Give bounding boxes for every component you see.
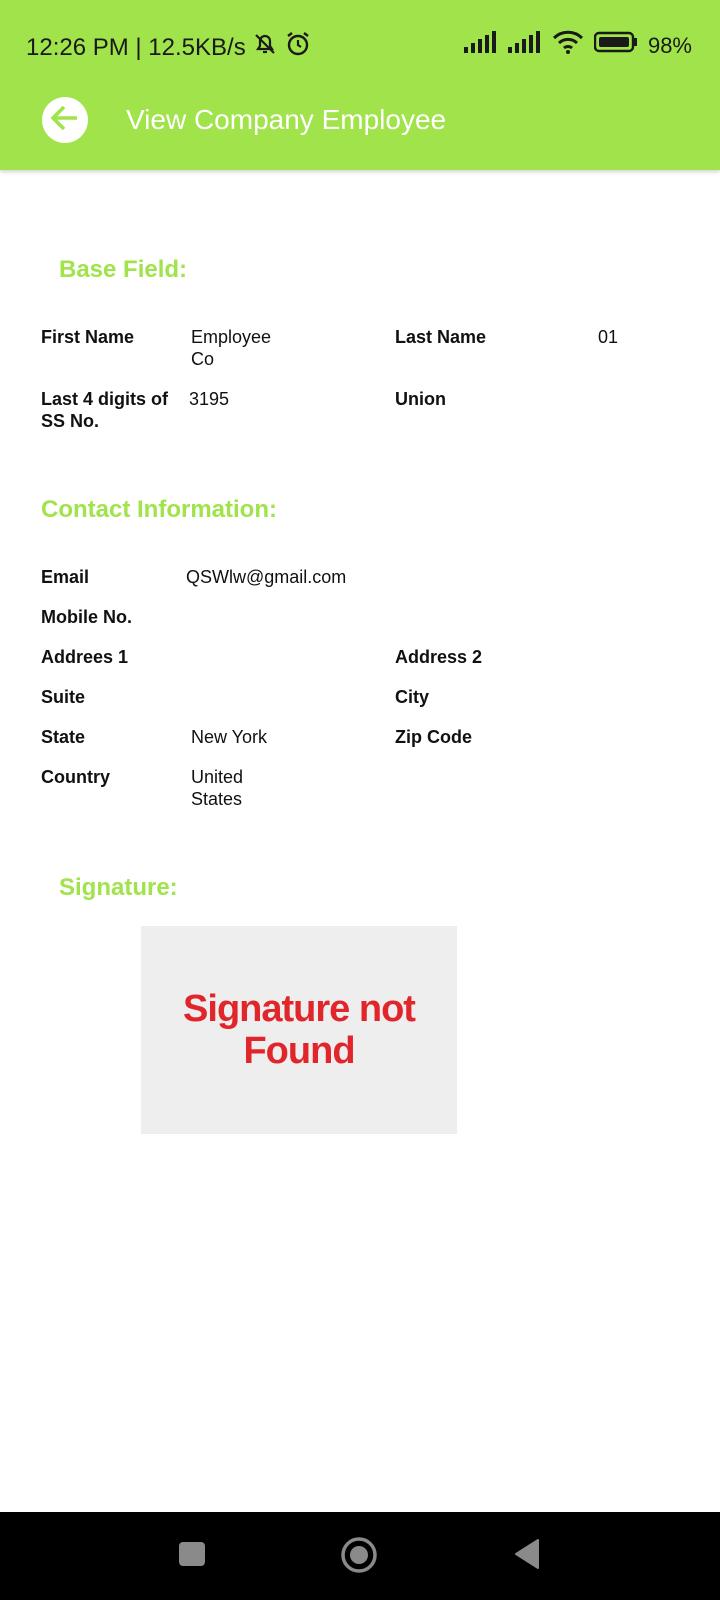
square-icon [178, 1542, 206, 1572]
triangle-back-icon [512, 1539, 542, 1574]
contact-info-title: Contact Information: [41, 496, 277, 523]
status-right: 98% [463, 30, 692, 61]
email-value: QSWlw@gmail.com [186, 567, 347, 587]
base-field-title: Base Field: [59, 256, 188, 283]
last-name-value: 01 [598, 327, 619, 347]
address2-label: Address 2 [395, 647, 483, 667]
ss-label: Last 4 digits of SS No. [41, 389, 169, 431]
signal-icon [463, 31, 498, 60]
suite-label: Suite [41, 687, 86, 707]
signature-placeholder-text: Signature not Found [183, 988, 416, 1072]
mute-bell-icon [252, 31, 278, 64]
zip-label: Zip Code [395, 727, 472, 747]
status-time: 12:26 PM | 12.5KB/s [26, 33, 246, 61]
first-name-label: First Name [41, 327, 135, 347]
signature-title: Signature: [59, 874, 178, 901]
country-label: Country [41, 767, 110, 787]
wifi-icon [552, 30, 584, 61]
city-label: City [395, 687, 430, 707]
app-bar: 12:26 PM | 12.5KB/s 98% View Company Emp… [0, 0, 720, 170]
union-label: Union [395, 389, 446, 409]
email-label: Email [41, 567, 90, 587]
page-title: View Company Employee [126, 104, 447, 135]
state-label: State [41, 727, 86, 747]
home-circle-icon [340, 1537, 378, 1578]
recents-button[interactable] [178, 1540, 206, 1573]
alarm-icon [284, 30, 312, 65]
back-arrow-icon [48, 101, 82, 140]
battery-icon [593, 31, 638, 60]
status-left: 12:26 PM | 12.5KB/s [26, 30, 312, 65]
home-button[interactable] [340, 1536, 378, 1579]
mobile-label: Mobile No. [41, 607, 132, 627]
ss-value: 3195 [189, 389, 230, 409]
last-name-label: Last Name [395, 327, 487, 347]
back-button[interactable] [42, 97, 88, 143]
battery-level: 98% [647, 32, 692, 58]
back-nav-button[interactable] [512, 1538, 542, 1575]
country-value: United States [191, 767, 244, 809]
first-name-value: Employee Co [191, 327, 272, 369]
system-nav-bar [0, 1512, 720, 1600]
signal-icon-2 [507, 31, 542, 60]
state-value: New York [191, 727, 268, 747]
address1-label: Addrees 1 [41, 647, 129, 667]
status-bar: 12:26 PM | 12.5KB/s 98% [0, 0, 720, 86]
signature-image: Signature not Found [141, 926, 457, 1134]
